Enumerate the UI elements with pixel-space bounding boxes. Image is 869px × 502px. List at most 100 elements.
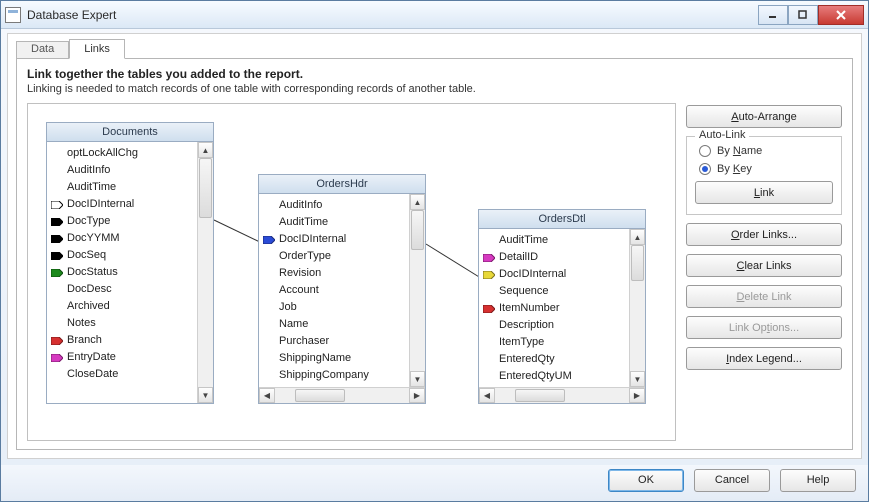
blank-tag-icon: [483, 355, 495, 363]
maximize-button[interactable]: [788, 5, 818, 25]
minimize-button[interactable]: [758, 5, 788, 25]
scroll-down-icon[interactable]: ▼: [198, 387, 213, 403]
blank-tag-icon: [51, 183, 63, 191]
scroll-right-icon[interactable]: ▶: [409, 388, 425, 403]
blank-tag-icon: [483, 287, 495, 295]
field-row[interactable]: EnteredQty: [479, 350, 629, 367]
scroll-track[interactable]: [198, 158, 213, 387]
scroll-right-icon[interactable]: ▶: [629, 388, 645, 403]
table-body: AuditInfoAuditTimeDocIDInternal OrderType…: [259, 194, 425, 387]
table-title[interactable]: OrdersHdr: [259, 175, 425, 194]
link-canvas[interactable]: DocumentsoptLockAllChgAuditInfoAuditTime…: [27, 103, 676, 441]
scroll-down-icon[interactable]: ▼: [410, 371, 425, 387]
field-row[interactable]: EntryDate: [47, 348, 197, 365]
scroll-thumb[interactable]: [295, 389, 345, 402]
table-title[interactable]: Documents: [47, 123, 213, 142]
scroll-down-icon[interactable]: ▼: [630, 371, 645, 387]
cancel-button[interactable]: Cancel: [694, 469, 770, 492]
scroll-thumb[interactable]: [631, 245, 644, 281]
field-row[interactable]: DocIDInternal: [47, 195, 197, 212]
vertical-scrollbar[interactable]: ▲▼: [629, 229, 645, 387]
scroll-track[interactable]: [630, 245, 645, 371]
horizontal-scrollbar[interactable]: ◀▶: [259, 387, 425, 403]
radio-by-name-input[interactable]: [699, 145, 711, 157]
scroll-thumb[interactable]: [515, 389, 565, 402]
field-row[interactable]: Notes: [47, 314, 197, 331]
order-links-button[interactable]: Order Links...: [686, 223, 842, 246]
green-tag-icon: [51, 268, 63, 276]
field-row[interactable]: EnteredQtyUM: [479, 367, 629, 384]
vertical-scrollbar[interactable]: ▲▼: [409, 194, 425, 387]
close-button[interactable]: [818, 5, 864, 25]
table-title[interactable]: OrdersDtl: [479, 210, 645, 229]
field-label: OrderType: [279, 250, 331, 262]
scroll-track[interactable]: [410, 210, 425, 371]
table-ordershdr[interactable]: OrdersHdrAuditInfoAuditTimeDocIDInternal…: [258, 174, 426, 404]
field-row[interactable]: AuditTime: [479, 231, 629, 248]
field-row[interactable]: ShippingName: [259, 349, 409, 366]
field-row[interactable]: Revision: [259, 264, 409, 281]
radio-by-key-input[interactable]: [699, 163, 711, 175]
scroll-thumb[interactable]: [411, 210, 424, 250]
field-row[interactable]: Name: [259, 315, 409, 332]
field-row[interactable]: ItemType: [479, 333, 629, 350]
field-row[interactable]: DocSeq: [47, 246, 197, 263]
field-row[interactable]: Description: [479, 316, 629, 333]
field-label: CloseDate: [67, 368, 118, 380]
field-label: EnteredQtyUM: [499, 370, 572, 382]
radio-by-name[interactable]: By Name: [695, 145, 833, 157]
table-documents[interactable]: Documents optLockAllChgAuditInfoAuditTime…: [46, 122, 214, 404]
field-row[interactable]: DetailID: [479, 248, 629, 265]
scroll-track[interactable]: [495, 388, 629, 403]
scroll-left-icon[interactable]: ◀: [479, 388, 495, 403]
field-row[interactable]: Sequence: [479, 282, 629, 299]
blank-tag-icon: [263, 286, 275, 294]
client-area: Data Links Link together the tables you …: [7, 33, 862, 459]
field-row[interactable]: ShippingCompany: [259, 366, 409, 383]
field-row[interactable]: Account: [259, 281, 409, 298]
help-button[interactable]: Help: [780, 469, 856, 492]
field-label: DetailID: [499, 251, 538, 263]
minimize-icon: [768, 10, 778, 20]
ok-button[interactable]: OK: [608, 469, 684, 492]
clear-links-button[interactable]: Clear Links: [686, 254, 842, 277]
titlebar[interactable]: Database Expert: [1, 1, 868, 29]
field-row[interactable]: optLockAllChg: [47, 144, 197, 161]
horizontal-scrollbar[interactable]: ◀▶: [479, 387, 645, 403]
table-ordersdtl[interactable]: OrdersDtl AuditTime DetailID DocIDInternalS…: [478, 209, 646, 404]
vertical-scrollbar[interactable]: ▲▼: [197, 142, 213, 403]
tab-data[interactable]: Data: [16, 41, 69, 59]
link-button[interactable]: Link: [695, 181, 833, 204]
scroll-track[interactable]: [275, 388, 409, 403]
field-row[interactable]: Branch: [47, 331, 197, 348]
field-row[interactable]: Archived: [47, 297, 197, 314]
field-row[interactable]: DocYYMM: [47, 229, 197, 246]
scroll-up-icon[interactable]: ▲: [198, 142, 213, 158]
field-list: AuditInfoAuditTimeDocIDInternal OrderType…: [259, 194, 409, 387]
field-row[interactable]: Job: [259, 298, 409, 315]
scroll-up-icon[interactable]: ▲: [410, 194, 425, 210]
field-row[interactable]: DocStatus: [47, 263, 197, 280]
field-row[interactable]: DocType: [47, 212, 197, 229]
field-row[interactable]: AuditTime: [47, 178, 197, 195]
field-row[interactable]: OrderType: [259, 247, 409, 264]
field-row[interactable]: ItemNumber: [479, 299, 629, 316]
field-row[interactable]: AuditInfo: [259, 196, 409, 213]
field-row[interactable]: DocDesc: [47, 280, 197, 297]
radio-by-key[interactable]: By Key: [695, 163, 833, 175]
scroll-thumb[interactable]: [199, 158, 212, 218]
scroll-left-icon[interactable]: ◀: [259, 388, 275, 403]
link-options-label: Link Options...: [729, 322, 799, 334]
auto-arrange-button[interactable]: Auto-Arrange: [686, 105, 842, 128]
scroll-up-icon[interactable]: ▲: [630, 229, 645, 245]
field-row[interactable]: CloseDate: [47, 365, 197, 382]
index-legend-button[interactable]: Index Legend...: [686, 347, 842, 370]
blank-tag-icon: [263, 252, 275, 260]
field-row[interactable]: DocIDInternal: [479, 265, 629, 282]
delete-link-button: Delete Link: [686, 285, 842, 308]
tab-links[interactable]: Links: [69, 39, 125, 59]
field-row[interactable]: Purchaser: [259, 332, 409, 349]
field-row[interactable]: AuditInfo: [47, 161, 197, 178]
field-row[interactable]: AuditTime: [259, 213, 409, 230]
field-row[interactable]: DocIDInternal: [259, 230, 409, 247]
